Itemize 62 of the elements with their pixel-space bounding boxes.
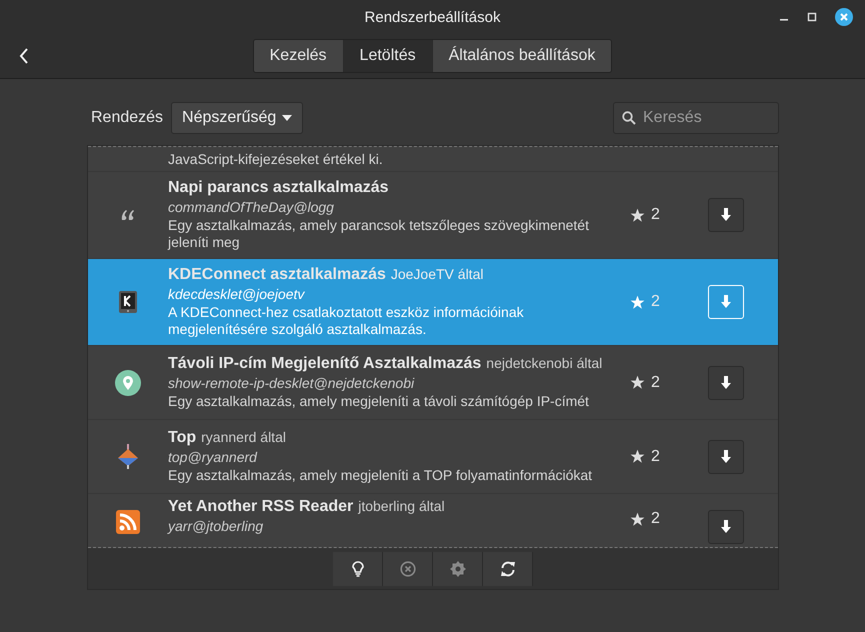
applet-name: KDEConnect asztalkalmazás <box>168 266 386 284</box>
sort-dropdown[interactable]: Népszerűség <box>171 102 304 134</box>
download-button[interactable] <box>708 198 744 232</box>
star-icon <box>630 294 645 310</box>
applet-uuid: top@ryannerd <box>168 449 258 465</box>
quote-icon <box>121 210 135 220</box>
spinning-top-icon <box>116 444 140 470</box>
rss-icon <box>116 510 140 534</box>
dropdown-arrow-icon <box>282 115 292 121</box>
close-icon[interactable] <box>835 8 853 26</box>
applet-author: nejdetckenobi által <box>486 355 602 371</box>
toolbar-button[interactable] <box>333 552 383 586</box>
applet-description: Egy asztalkalmazás, amely megjeleníti a TOP folyamatinformációkat <box>168 467 594 484</box>
maximize-icon[interactable] <box>807 12 817 22</box>
applet-row[interactable]: Távoli IP-cím Megjelenítő Asztalkalmazás nejdetckenobi által show-remote-ip-desklet@nejdetckenobi Egy asztalkalmazás, amely megjeleníti a távoli számítógép IP-címét 2 <box>88 346 778 420</box>
window-title: Rendszerbeállítások <box>364 8 500 26</box>
download-icon <box>720 520 732 534</box>
download-icon <box>720 450 732 464</box>
applet-uuid: commandOfTheDay@logg <box>168 199 335 215</box>
rating-count: 2 <box>651 510 660 528</box>
applet-description: A KDEConnect-hez csatlakoztatott eszköz információinak megjelenítésére szolgáló asztalkalmazás. <box>168 304 525 338</box>
applet-author: JoeJoeTV által <box>390 266 484 282</box>
applet-description: Egy asztalkalmazás, amely parancsok tetszőleges szövegkimenetét jeleníti meg <box>168 217 590 251</box>
download-icon <box>720 376 732 390</box>
download-button[interactable] <box>708 510 744 544</box>
applet-author: jtoberling által <box>358 498 445 514</box>
download-icon <box>720 295 732 309</box>
applet-name: Top <box>168 429 196 447</box>
applet-description: Egy asztalkalmazás, amely megjeleníti a távoli számítógép IP-címét <box>168 393 590 410</box>
applet-uuid: kdecdesklet@joejoetv <box>168 286 306 302</box>
star-icon <box>630 208 645 222</box>
download-button[interactable] <box>708 366 744 400</box>
download-icon <box>720 208 732 222</box>
map-pin-icon <box>115 370 141 396</box>
rating-count: 2 <box>651 374 660 392</box>
refresh-icon <box>500 560 516 576</box>
search-icon <box>622 111 636 125</box>
star-icon <box>630 375 645 390</box>
applet-uuid: yarr@jtoberling <box>168 518 264 534</box>
applet-uuid: show-remote-ip-desklet@nejdetckenobi <box>168 375 416 391</box>
applet-row[interactable]: Top ryannerd által top@ryannerd Egy asztalkalmazás, amely megjeleníti a TOP folyamatinformációkat 2 <box>88 420 778 494</box>
device-icon <box>119 291 137 313</box>
back-icon[interactable] <box>18 47 30 65</box>
cancel-icon <box>400 560 416 576</box>
star-icon <box>630 449 645 464</box>
applet-name: Napi parancs asztalkalmazás <box>168 179 389 197</box>
rating-count: 2 <box>651 293 660 311</box>
applet-author: ryannerd által <box>201 429 286 445</box>
gear-icon <box>450 560 466 576</box>
rating-count: 2 <box>651 206 660 224</box>
search-field[interactable]: Keresés <box>613 102 779 134</box>
applet-description: JavaScript-kifejezéseket értékel ki. <box>168 150 383 168</box>
applet-name: Távoli IP-cím Megjelenítő Asztalkalmazás <box>168 355 482 373</box>
sort-label: Rendezés <box>91 109 164 127</box>
tab[interactable]: Általános beállítások <box>432 40 612 72</box>
applet-name: Yet Another RSS Reader <box>168 498 354 516</box>
download-button[interactable] <box>708 440 744 474</box>
rating-count: 2 <box>651 448 660 466</box>
tab[interactable]: Kezelés <box>254 40 344 72</box>
lightbulb-icon <box>350 560 364 576</box>
toolbar-button[interactable] <box>483 552 533 586</box>
star-icon <box>630 512 645 526</box>
